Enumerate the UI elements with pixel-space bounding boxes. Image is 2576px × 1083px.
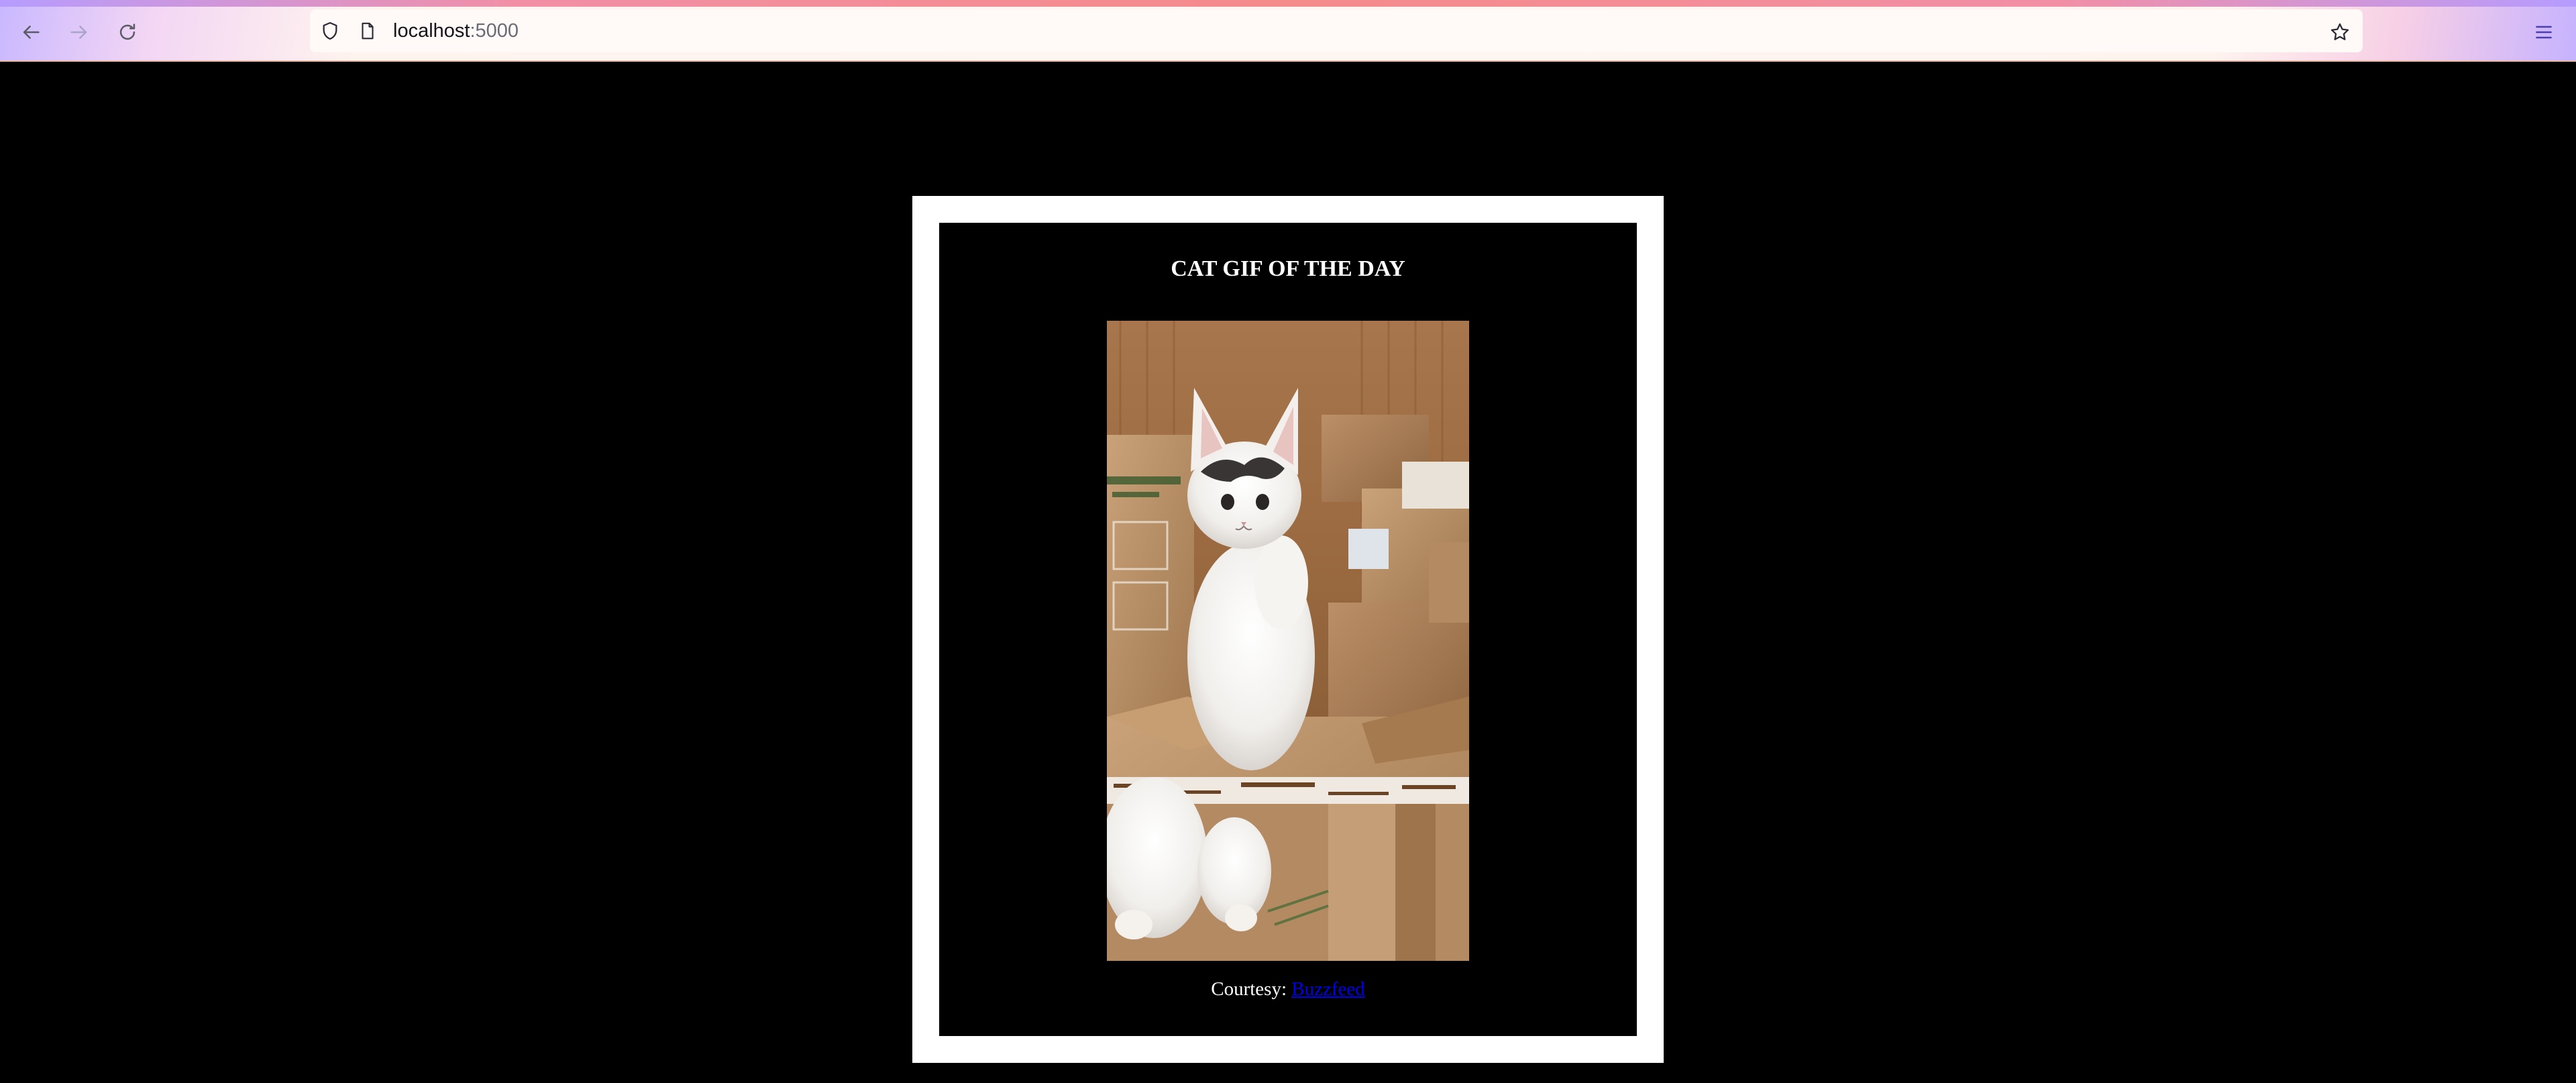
card-content: CAT GIF OF THE DAY Courtesy: Buzzfeed	[939, 223, 1637, 1036]
arrow-right-icon	[70, 25, 87, 39]
toolbar-divider	[0, 60, 2576, 62]
address-bar[interactable]: localhost:5000	[310, 9, 2363, 52]
arrow-left-icon	[23, 25, 40, 39]
page-icon[interactable]	[356, 19, 380, 43]
url-port: :5000	[470, 20, 519, 42]
cat-gif-image[interactable]	[1107, 321, 1469, 961]
courtesy-label: Courtesy:	[1211, 978, 1287, 1000]
bookmark-button[interactable]	[2325, 17, 2355, 47]
reload-button[interactable]	[113, 17, 142, 47]
forward-button[interactable]	[64, 17, 94, 47]
shield-icon[interactable]	[318, 19, 342, 43]
url-host: localhost	[393, 20, 470, 42]
hamburger-menu-icon	[2536, 25, 2552, 39]
page-title: CAT GIF OF THE DAY	[1171, 256, 1405, 281]
back-button[interactable]	[16, 17, 46, 47]
courtesy-line: Courtesy: Buzzfeed	[939, 978, 1637, 1000]
card-frame: CAT GIF OF THE DAY Courtesy: Buzzfeed	[912, 196, 1664, 1063]
buzzfeed-link[interactable]: Buzzfeed	[1291, 978, 1365, 1000]
reload-icon	[119, 23, 136, 40]
url-text[interactable]: localhost:5000	[393, 19, 519, 43]
tab-strip-accent	[0, 0, 2576, 7]
app-menu-button[interactable]	[2529, 17, 2559, 47]
browser-toolbar: localhost:5000	[0, 0, 2576, 62]
star-icon	[2330, 23, 2349, 40]
